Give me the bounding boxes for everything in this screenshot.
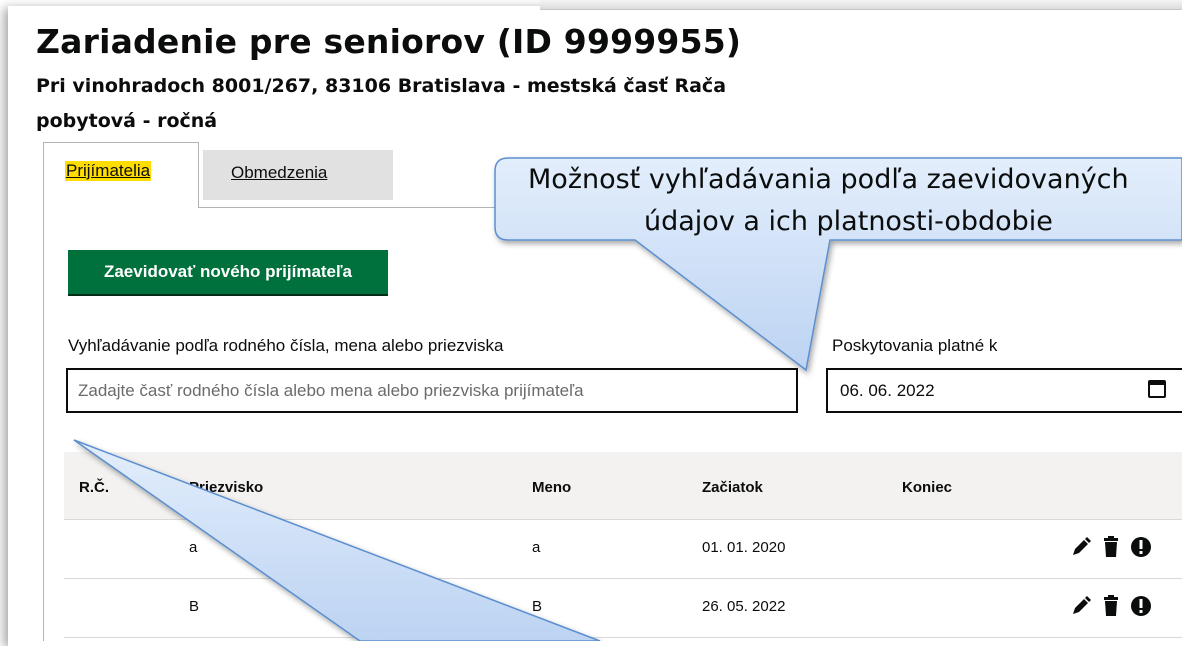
date-filter-label: Poskytovania platné k (832, 336, 998, 355)
tab-divider (199, 207, 1182, 208)
tab-obmedzenia[interactable]: Obmedzenia (203, 150, 393, 200)
search-input[interactable] (66, 368, 798, 413)
trash-icon[interactable] (1098, 594, 1124, 618)
table-row: B B 26. 05. 2022 (64, 579, 1182, 638)
column-header-meno[interactable]: Meno (532, 479, 571, 496)
row-actions (1068, 535, 1168, 559)
column-header-priezvisko[interactable]: Priezvisko (189, 479, 263, 496)
top-toolbar-strip (540, 0, 1182, 10)
trash-icon[interactable] (1098, 535, 1124, 559)
table-row: a a 01. 01. 2020 (64, 520, 1182, 579)
column-header-koniec[interactable]: Koniec (902, 479, 952, 496)
column-header-rc[interactable]: R.Č. (79, 479, 109, 496)
facility-address: Pri vinohradoch 8001/267, 83106 Bratisla… (36, 75, 727, 97)
tab-bar: Prijímatelia Obmedzenia (43, 142, 1182, 208)
pencil-icon[interactable] (1068, 535, 1094, 559)
add-recipient-button[interactable]: Zaevidovať nového prijímateľa (68, 250, 388, 294)
cell-meno: B (532, 598, 543, 615)
date-filter-input[interactable]: 06. 06. 2022 (826, 368, 1182, 413)
row-actions (1068, 594, 1168, 618)
panel-border (43, 207, 44, 641)
search-label: Vyhľadávanie podľa rodného čísla, mena a… (68, 336, 504, 355)
service-type: pobytová - ročná (36, 110, 218, 132)
date-filter-value[interactable]: 06. 06. 2022 (840, 381, 935, 401)
tab-prijimatelia-label[interactable]: Prijímatelia (65, 161, 152, 181)
cell-priezvisko: B (189, 598, 200, 615)
tab-obmedzenia-label[interactable]: Obmedzenia (231, 163, 327, 183)
cell-priezvisko: a (189, 539, 198, 556)
calendar-icon[interactable] (1148, 380, 1166, 398)
column-header-zaciatok[interactable]: Začiatok (702, 479, 763, 496)
cell-meno: a (532, 539, 541, 556)
exclamation-icon[interactable] (1128, 535, 1154, 559)
cell-zaciatok: 01. 01. 2020 (702, 539, 786, 556)
page-title: Zariadenie pre seniorov (ID 9999955) (36, 22, 742, 61)
exclamation-icon[interactable] (1128, 594, 1154, 618)
tab-prijimatelia[interactable]: Prijímatelia (43, 142, 199, 208)
table-header: R.Č. Priezvisko Meno Začiatok Koniec (64, 452, 1182, 520)
pencil-icon[interactable] (1068, 594, 1094, 618)
cell-zaciatok: 26. 05. 2022 (702, 598, 786, 615)
